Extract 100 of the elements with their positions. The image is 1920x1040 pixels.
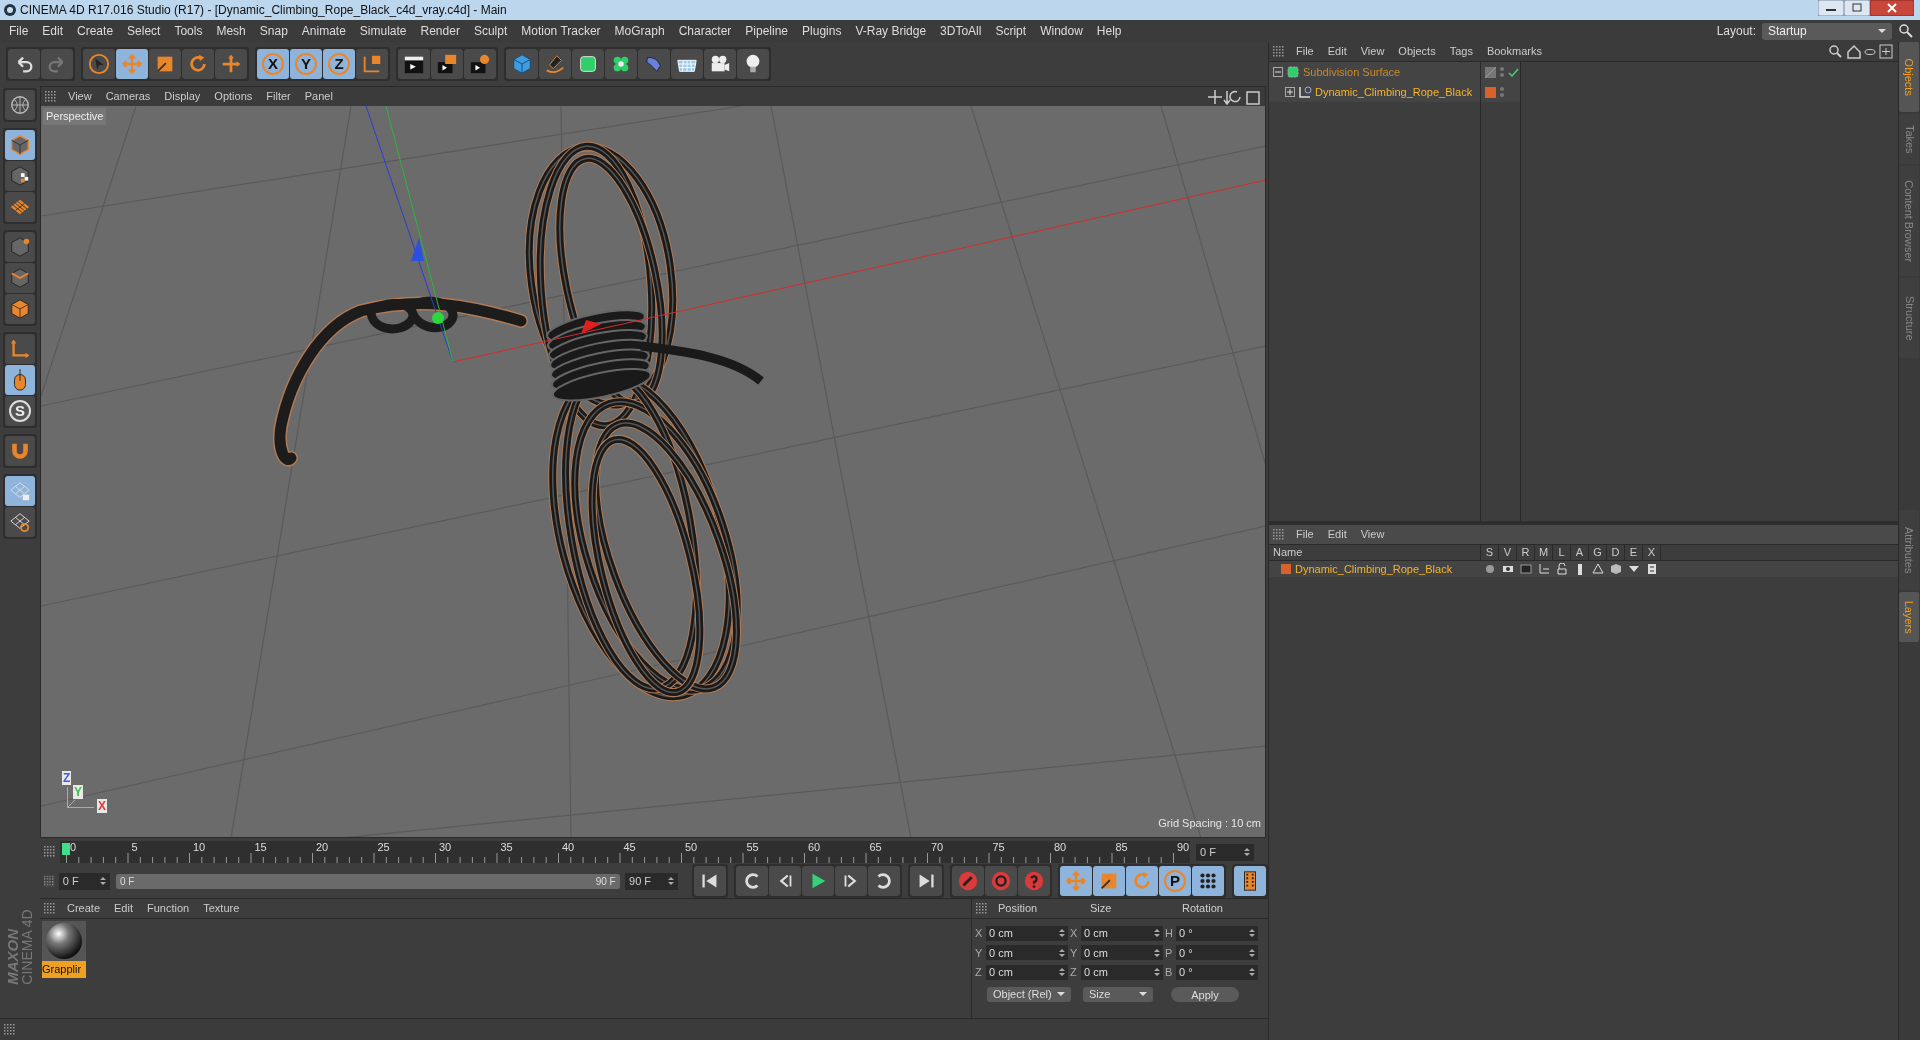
coordinate-field[interactable]: 0 cm: [1081, 945, 1163, 961]
range-slider[interactable]: [115, 873, 620, 889]
coordinate-field[interactable]: 0 cm: [986, 945, 1068, 961]
toolbar-button[interactable]: X: [257, 49, 289, 79]
object-name[interactable]: Dynamic_Climbing_Rope_Black: [1315, 83, 1473, 101]
menu-item[interactable]: View: [1353, 43, 1392, 60]
menu-item[interactable]: Edit: [107, 900, 140, 917]
transport-button[interactable]: [802, 866, 834, 896]
mode-dropdown[interactable]: Object (Rel): [987, 986, 1071, 1002]
transport-button[interactable]: [835, 866, 867, 896]
toolbar-button[interactable]: [83, 49, 115, 79]
menu-item[interactable]: Mesh: [209, 22, 253, 40]
coordinate-field[interactable]: 0 cm: [1081, 925, 1163, 941]
toolbar-button[interactable]: [8, 49, 40, 79]
coordinate-field[interactable]: 0 °: [1176, 925, 1258, 941]
menu-item[interactable]: Plugins: [795, 22, 849, 40]
side-tab[interactable]: Layers: [1899, 592, 1919, 642]
transport-button[interactable]: [736, 866, 768, 896]
end-frame-field[interactable]: 90 F: [625, 872, 678, 890]
menu-item[interactable]: File: [1289, 526, 1321, 543]
menu-item[interactable]: Texture: [196, 900, 247, 917]
layout-dropdown[interactable]: Startup: [1762, 22, 1892, 40]
menu-item[interactable]: Filter: [259, 88, 298, 105]
toolbar-button[interactable]: [572, 49, 604, 79]
transport-button[interactable]: [985, 866, 1017, 896]
transport-button[interactable]: [910, 866, 942, 896]
menu-item[interactable]: File: [1289, 43, 1321, 60]
menu-item[interactable]: Select: [120, 22, 168, 40]
menu-item[interactable]: Character: [671, 22, 739, 40]
coordinate-field[interactable]: 0 cm: [1081, 964, 1163, 980]
tool-button[interactable]: [5, 130, 35, 160]
tool-button[interactable]: [5, 232, 35, 262]
tool-button[interactable]: [5, 507, 35, 537]
layer-name[interactable]: Dynamic_Climbing_Rope_Black: [1295, 560, 1453, 578]
menu-item[interactable]: View: [61, 88, 99, 105]
transport-button[interactable]: P: [1159, 866, 1191, 896]
coordinate-field[interactable]: 0 °: [1176, 945, 1258, 961]
menu-item[interactable]: Edit: [35, 22, 71, 40]
menu-item[interactable]: Edit: [1320, 43, 1354, 60]
menu-item[interactable]: MoGraph: [607, 22, 672, 40]
toolbar-button[interactable]: [704, 49, 736, 79]
transport-button[interactable]: [952, 866, 984, 896]
size-dropdown[interactable]: Size: [1083, 986, 1153, 1002]
current-frame-field[interactable]: 0 F: [1196, 843, 1254, 861]
toolbar-button[interactable]: [605, 49, 637, 79]
menu-item[interactable]: Tools: [167, 22, 210, 40]
transport-button[interactable]: [1018, 866, 1050, 896]
toolbar-button[interactable]: [737, 49, 769, 79]
timeline-ruler[interactable]: 0 5 10 15 20 25 30 35 40 45 50 55 60 65 70 75 80 85 90: [60, 841, 1190, 863]
transport-button[interactable]: [1192, 866, 1224, 896]
menu-item[interactable]: Panel: [297, 88, 340, 105]
menu-item[interactable]: Window: [1033, 22, 1090, 40]
menu-item[interactable]: Function: [140, 900, 197, 917]
transport-button[interactable]: [868, 866, 900, 896]
coordinate-field[interactable]: 0 °: [1176, 964, 1258, 980]
transport-button[interactable]: [769, 866, 801, 896]
menu-item[interactable]: Objects: [1391, 43, 1443, 60]
menu-item[interactable]: Render: [413, 22, 467, 40]
transport-button[interactable]: [694, 866, 726, 896]
toolbar-button[interactable]: [671, 49, 703, 79]
menu-item[interactable]: Options: [207, 88, 260, 105]
menu-item[interactable]: Display: [157, 88, 208, 105]
tool-button[interactable]: S: [5, 396, 35, 426]
toolbar-button[interactable]: Z: [323, 49, 355, 79]
menu-item[interactable]: Bookmarks: [1479, 43, 1549, 60]
menu-item[interactable]: Script: [988, 22, 1034, 40]
menu-item[interactable]: Cameras: [98, 88, 158, 105]
menu-item[interactable]: View: [1353, 526, 1392, 543]
tool-button[interactable]: [5, 365, 35, 395]
menu-item[interactable]: Tags: [1442, 43, 1480, 60]
toolbar-button[interactable]: [431, 49, 463, 79]
menu-item[interactable]: Snap: [252, 22, 295, 40]
tool-button[interactable]: [5, 263, 35, 293]
menu-item[interactable]: Motion Tracker: [514, 22, 608, 40]
object-row[interactable]: Dynamic_Climbing_Rope_Black: [1269, 82, 1480, 102]
coordinate-field[interactable]: 0 cm: [986, 964, 1068, 980]
tool-button[interactable]: [5, 294, 35, 324]
menu-item[interactable]: 3DToAll: [933, 22, 989, 40]
menu-item[interactable]: Sculpt: [466, 22, 515, 40]
toolbar-button[interactable]: [464, 49, 496, 79]
layer-row[interactable]: Dynamic_Climbing_Rope_Black: [1269, 561, 1898, 577]
menu-item[interactable]: Edit: [1320, 526, 1354, 543]
material-name[interactable]: Grapplir: [42, 961, 86, 978]
tool-button[interactable]: [5, 90, 35, 120]
apply-button[interactable]: Apply: [1171, 986, 1239, 1002]
menu-item[interactable]: Create: [70, 22, 121, 40]
tool-button[interactable]: [5, 161, 35, 191]
menu-item[interactable]: Help: [1089, 22, 1129, 40]
transport-button[interactable]: [1234, 866, 1266, 896]
menu-item[interactable]: Pipeline: [738, 22, 796, 40]
menu-item[interactable]: Animate: [294, 22, 353, 40]
toolbar-button[interactable]: [398, 49, 430, 79]
toolbar-button[interactable]: Y: [290, 49, 322, 79]
coordinate-field[interactable]: 0 cm: [986, 925, 1068, 941]
transport-button[interactable]: [1093, 866, 1125, 896]
menu-item[interactable]: File: [2, 22, 36, 40]
menu-item[interactable]: Create: [60, 900, 108, 917]
menu-item[interactable]: Simulate: [352, 22, 414, 40]
menu-item[interactable]: V-Ray Bridge: [848, 22, 934, 40]
start-frame-field[interactable]: 0 F: [58, 872, 110, 890]
